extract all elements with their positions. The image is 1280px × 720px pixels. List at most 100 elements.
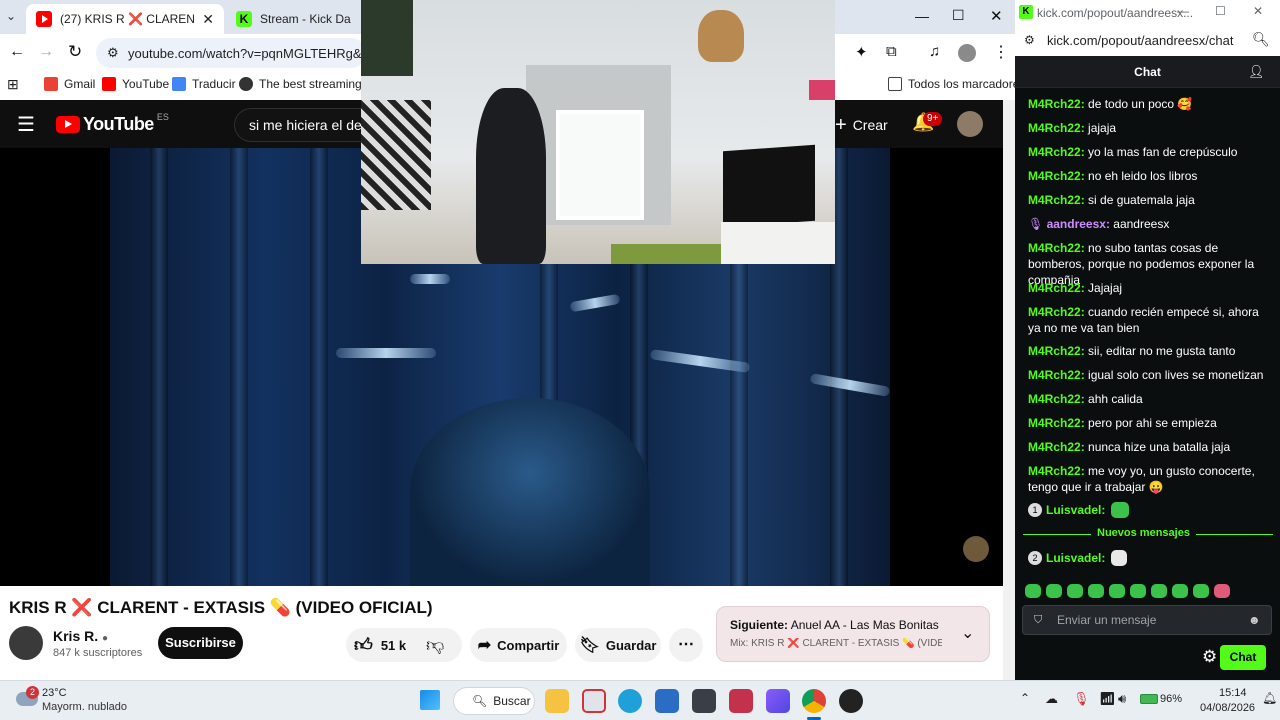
extension-icon[interactable]: ✦ — [855, 43, 868, 61]
clock-date[interactable]: 04/08/2026 — [1200, 702, 1255, 714]
emote-icon[interactable] — [1067, 584, 1083, 598]
close-tab-icon[interactable]: ✕ — [202, 11, 214, 28]
subscribe-button[interactable]: Suscribirse — [158, 627, 243, 659]
send-chat-button[interactable]: Chat — [1220, 645, 1266, 670]
obs-icon[interactable] — [839, 689, 863, 713]
chevron-down-icon[interactable]: ⌄ — [961, 623, 974, 643]
chat-username[interactable]: M4Rch22: — [1028, 368, 1085, 382]
chat-username[interactable]: M4Rch22: — [1028, 241, 1085, 255]
chat-username[interactable]: M4Rch22: — [1028, 145, 1085, 159]
chat-username[interactable]: M4Rch22: — [1028, 416, 1085, 430]
youtube-search-input[interactable]: si me hiciera el de l — [234, 108, 364, 142]
channel-avatar[interactable] — [9, 626, 43, 660]
chat-username[interactable]: Luisvadel: — [1046, 550, 1105, 566]
notification-bell-icon[interactable]: 🔔︎ — [1262, 691, 1277, 705]
chat-username[interactable]: M4Rch22: — [1028, 305, 1085, 319]
channel-name[interactable]: Kris R. ● — [53, 628, 108, 644]
volume-icon[interactable]: 🔊︎ — [1118, 691, 1126, 707]
menu-icon[interactable]: ⋮ — [993, 42, 1009, 62]
emote-icon[interactable] — [1151, 584, 1167, 598]
edge-icon[interactable] — [618, 689, 642, 713]
tab-youtube[interactable]: (27) KRIS R ❌ CLARENT - EXTA ✕ — [26, 4, 224, 34]
page-scrollbar[interactable] — [1003, 100, 1015, 680]
chat-username[interactable]: M4Rch22: — [1028, 193, 1085, 207]
chat-username[interactable]: M4Rch22: — [1028, 344, 1085, 358]
profile-avatar-icon[interactable] — [958, 44, 976, 62]
bookmark-streaming[interactable]: The best streaming... — [239, 77, 372, 91]
app-icon[interactable] — [692, 689, 716, 713]
chat-username[interactable]: M4Rch22: — [1028, 464, 1085, 478]
chat-username[interactable]: aandreesx: — [1047, 217, 1110, 231]
cloud-sync-icon[interactable]: ☁ — [1045, 691, 1058, 707]
create-button[interactable]: + Crear — [835, 108, 888, 142]
minimize-icon[interactable]: — — [915, 8, 929, 24]
dislike-button[interactable]: 👎︎ — [426, 634, 444, 656]
microphone-icon[interactable]: 🎙︎ — [1073, 691, 1090, 707]
bookmark-traducir[interactable]: Traducir — [172, 77, 236, 91]
file-explorer-icon[interactable] — [545, 689, 569, 713]
like-button[interactable]: 👍︎ 51 k — [354, 628, 406, 662]
emote-icon[interactable] — [1130, 584, 1146, 598]
bookmark-youtube[interactable]: YouTube — [102, 77, 169, 91]
taskbar-search[interactable]: 🔍︎ Buscar — [453, 687, 535, 715]
chat-message-input[interactable]: Enviar un mensaje — [1022, 605, 1272, 635]
media-control-icon[interactable]: ♫ — [929, 43, 940, 60]
maximize-icon[interactable]: ☐ — [952, 7, 965, 24]
chat-username[interactable]: Luisvadel: — [1046, 502, 1105, 518]
save-button[interactable]: 🔖︎ Guardar — [575, 628, 661, 662]
store-icon[interactable] — [655, 689, 679, 713]
emote-icon[interactable] — [1172, 584, 1188, 598]
minimize-icon[interactable]: — — [1177, 4, 1189, 18]
office-icon[interactable] — [729, 689, 753, 713]
close-window-icon[interactable]: ✕ — [1253, 4, 1263, 18]
site-info-icon[interactable]: ⚙ — [107, 45, 119, 61]
sync-app-icon[interactable] — [582, 689, 606, 713]
puzzle-icon[interactable]: ⧉ — [886, 43, 897, 60]
new-messages-label[interactable]: Nuevos mensajes — [1091, 527, 1196, 539]
back-icon[interactable]: ← — [9, 43, 25, 61]
chat-username[interactable]: M4Rch22: — [1028, 97, 1085, 111]
emote-icon[interactable] — [1109, 584, 1125, 598]
emote-icon[interactable] — [1025, 584, 1041, 598]
users-icon[interactable]: 👤︎ — [1248, 64, 1265, 80]
kick-address-bar[interactable]: ⚙ kick.com/popout/aandreesx/chat 🔍︎ — [1015, 26, 1280, 56]
tab-kick-dashboard[interactable]: K Stream - Kick Dashboard — [226, 4, 361, 34]
emoji-picker-icon[interactable]: ☻ — [1248, 613, 1261, 627]
clock-time[interactable]: 15:14 — [1219, 687, 1247, 699]
chat-username[interactable]: M4Rch22: — [1028, 440, 1085, 454]
chat-username[interactable]: M4Rch22: — [1028, 281, 1085, 295]
youtube-logo[interactable]: YouTube ES — [56, 112, 169, 135]
bookmark-gmail[interactable]: Gmail — [44, 77, 95, 91]
channel-watermark-icon[interactable] — [963, 536, 989, 562]
emote-icon[interactable] — [1214, 584, 1230, 598]
emote-icon[interactable] — [1088, 584, 1104, 598]
chat-username[interactable]: M4Rch22: — [1028, 169, 1085, 183]
up-next-card[interactable]: Siguiente: Anuel AA - Las Mas Bonitas ..… — [716, 606, 990, 662]
reload-icon[interactable]: ↻ — [68, 42, 82, 62]
user-avatar[interactable] — [957, 111, 983, 137]
address-bar[interactable]: ⚙ youtube.com/watch?v=pqnMGLTEHRg&list=R — [96, 38, 366, 68]
emote-icon[interactable] — [1193, 584, 1209, 598]
chat-username[interactable]: M4Rch22: — [1028, 392, 1085, 406]
share-button[interactable]: ➦ Compartir — [470, 628, 567, 662]
zoom-icon[interactable]: 🔍︎ — [1252, 31, 1270, 48]
hamburger-menu-icon[interactable]: ☰ — [17, 112, 35, 137]
wifi-icon[interactable]: 📶︎ — [1099, 691, 1116, 707]
battery-icon[interactable] — [1140, 694, 1158, 704]
settings-gear-icon[interactable]: ⚙ — [1202, 647, 1217, 667]
clipchamp-icon[interactable] — [766, 689, 790, 713]
chevron-up-icon[interactable]: ⌃ — [1020, 691, 1030, 705]
forward-icon[interactable]: → — [38, 43, 54, 61]
emote-icon[interactable] — [1046, 584, 1062, 598]
apps-grid-icon[interactable]: ⊞ — [7, 76, 19, 93]
windows-start-icon[interactable] — [420, 690, 440, 710]
chat-username[interactable]: M4Rch22: — [1028, 121, 1085, 135]
maximize-icon[interactable]: ☐ — [1215, 4, 1226, 18]
chrome-icon[interactable] — [802, 689, 826, 713]
all-bookmarks[interactable]: Todos los marcadores — [888, 77, 1015, 91]
site-info-icon[interactable]: ⚙ — [1024, 33, 1035, 47]
more-actions-button[interactable]: ⋯ — [669, 628, 703, 662]
weather-widget[interactable]: 2 23°C Mayorm. nublado — [14, 686, 154, 716]
close-window-icon[interactable]: ✕ — [990, 7, 1003, 25]
tab-search-chevron-icon[interactable]: ⌄ — [6, 9, 16, 23]
